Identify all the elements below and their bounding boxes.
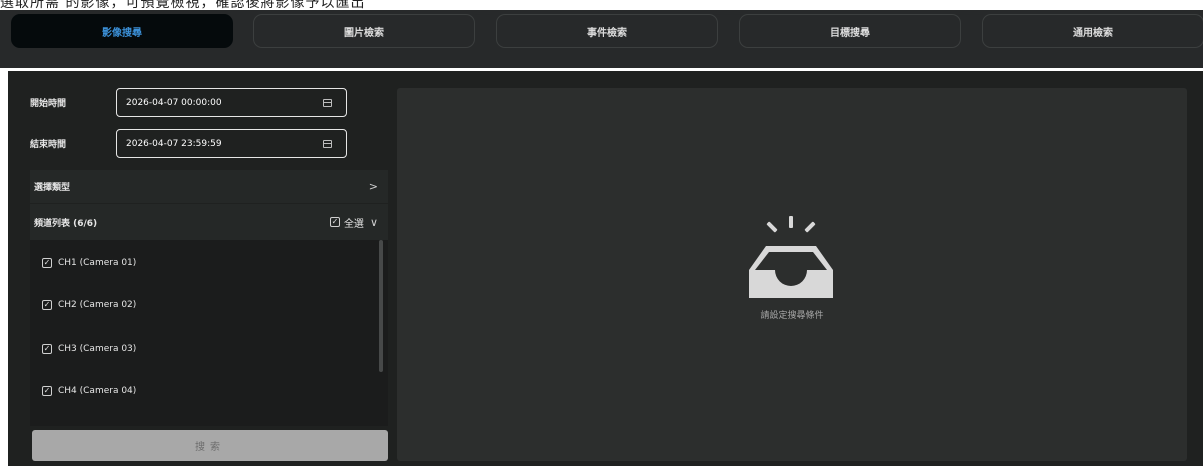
end-time-value: 2026-04-07 23:59:59	[126, 138, 222, 149]
select-all-checkbox[interactable]: ✓ 全選	[329, 215, 364, 230]
tab-bar: 影像搜尋 圖片檢索 事件檢索 目標搜尋 通用檢索	[0, 10, 1203, 68]
channel-item[interactable]: ✓ CH3 (Camera 03)	[42, 339, 136, 359]
chevron-right-icon: >	[368, 180, 378, 193]
select-all-label: 全選	[343, 218, 364, 230]
start-time-value: 2026-04-07 00:00:00	[126, 97, 222, 108]
empty-state-message: 請設定搜尋條件	[760, 311, 824, 321]
chevron-down-icon[interactable]: ∨	[370, 216, 378, 229]
tab-event-search[interactable]: 事件檢索	[496, 14, 718, 48]
channel-item[interactable]: ✓ CH2 (Camera 02)	[42, 295, 136, 315]
select-type-label: 選擇類型	[34, 183, 71, 193]
channel-list-header: 頻道列表 (6/6) ✓ 全選 ∨	[30, 204, 388, 240]
checkbox-checked-icon: ✓	[329, 217, 340, 227]
start-time-row: 開始時間 2026-04-07 00:00:00	[30, 88, 347, 117]
checkbox-checked-icon: ✓	[42, 300, 52, 310]
end-time-input[interactable]: 2026-04-07 23:59:59	[116, 129, 347, 158]
checkbox-checked-icon: ✓	[42, 386, 52, 396]
select-type-row[interactable]: 選擇類型 >	[30, 170, 388, 203]
channel-label: CH4 (Camera 04)	[58, 386, 137, 396]
tab-video-search[interactable]: 影像搜尋	[11, 14, 233, 48]
checkbox-checked-icon: ✓	[42, 344, 52, 354]
end-time-label: 結束時間	[30, 140, 67, 150]
empty-inbox-icon	[749, 216, 833, 298]
tab-target-search[interactable]: 目標搜尋	[739, 14, 961, 48]
caption-text: 選取所需 的影像，可預覽檢視，確認後將影像予以匯出	[0, 0, 366, 10]
calendar-icon[interactable]	[323, 98, 332, 107]
caption-text-strip: 選取所需 的影像，可預覽檢視，確認後將影像予以匯出	[0, 0, 1203, 10]
channel-list: ✓ CH1 (Camera 01) ✓ CH2 (Camera 02) ✓ CH…	[30, 240, 388, 426]
channel-label: CH1 (Camera 01)	[58, 258, 137, 268]
channel-list-label: 頻道列表 (6/6)	[34, 218, 98, 229]
search-button[interactable]: 搜索	[32, 430, 388, 461]
checkbox-checked-icon: ✓	[42, 258, 52, 268]
search-results-area: 請設定搜尋條件	[397, 88, 1187, 461]
start-time-input[interactable]: 2026-04-07 00:00:00	[116, 88, 347, 117]
channel-item[interactable]: ✓ CH4 (Camera 04)	[42, 381, 136, 401]
channel-label: CH2 (Camera 02)	[58, 300, 137, 310]
tab-general-search[interactable]: 通用檢索	[982, 14, 1203, 48]
channel-list-scrollbar[interactable]	[379, 240, 383, 372]
tab-image-search[interactable]: 圖片檢索	[253, 14, 475, 48]
channel-header-controls: ✓ 全選 ∨	[329, 215, 378, 230]
calendar-icon[interactable]	[323, 139, 332, 148]
channel-item[interactable]: ✓ CH1 (Camera 01)	[42, 253, 136, 273]
start-time-label: 開始時間	[30, 99, 67, 109]
end-time-row: 結束時間 2026-04-07 23:59:59	[30, 129, 347, 158]
channel-label: CH3 (Camera 03)	[58, 344, 137, 354]
